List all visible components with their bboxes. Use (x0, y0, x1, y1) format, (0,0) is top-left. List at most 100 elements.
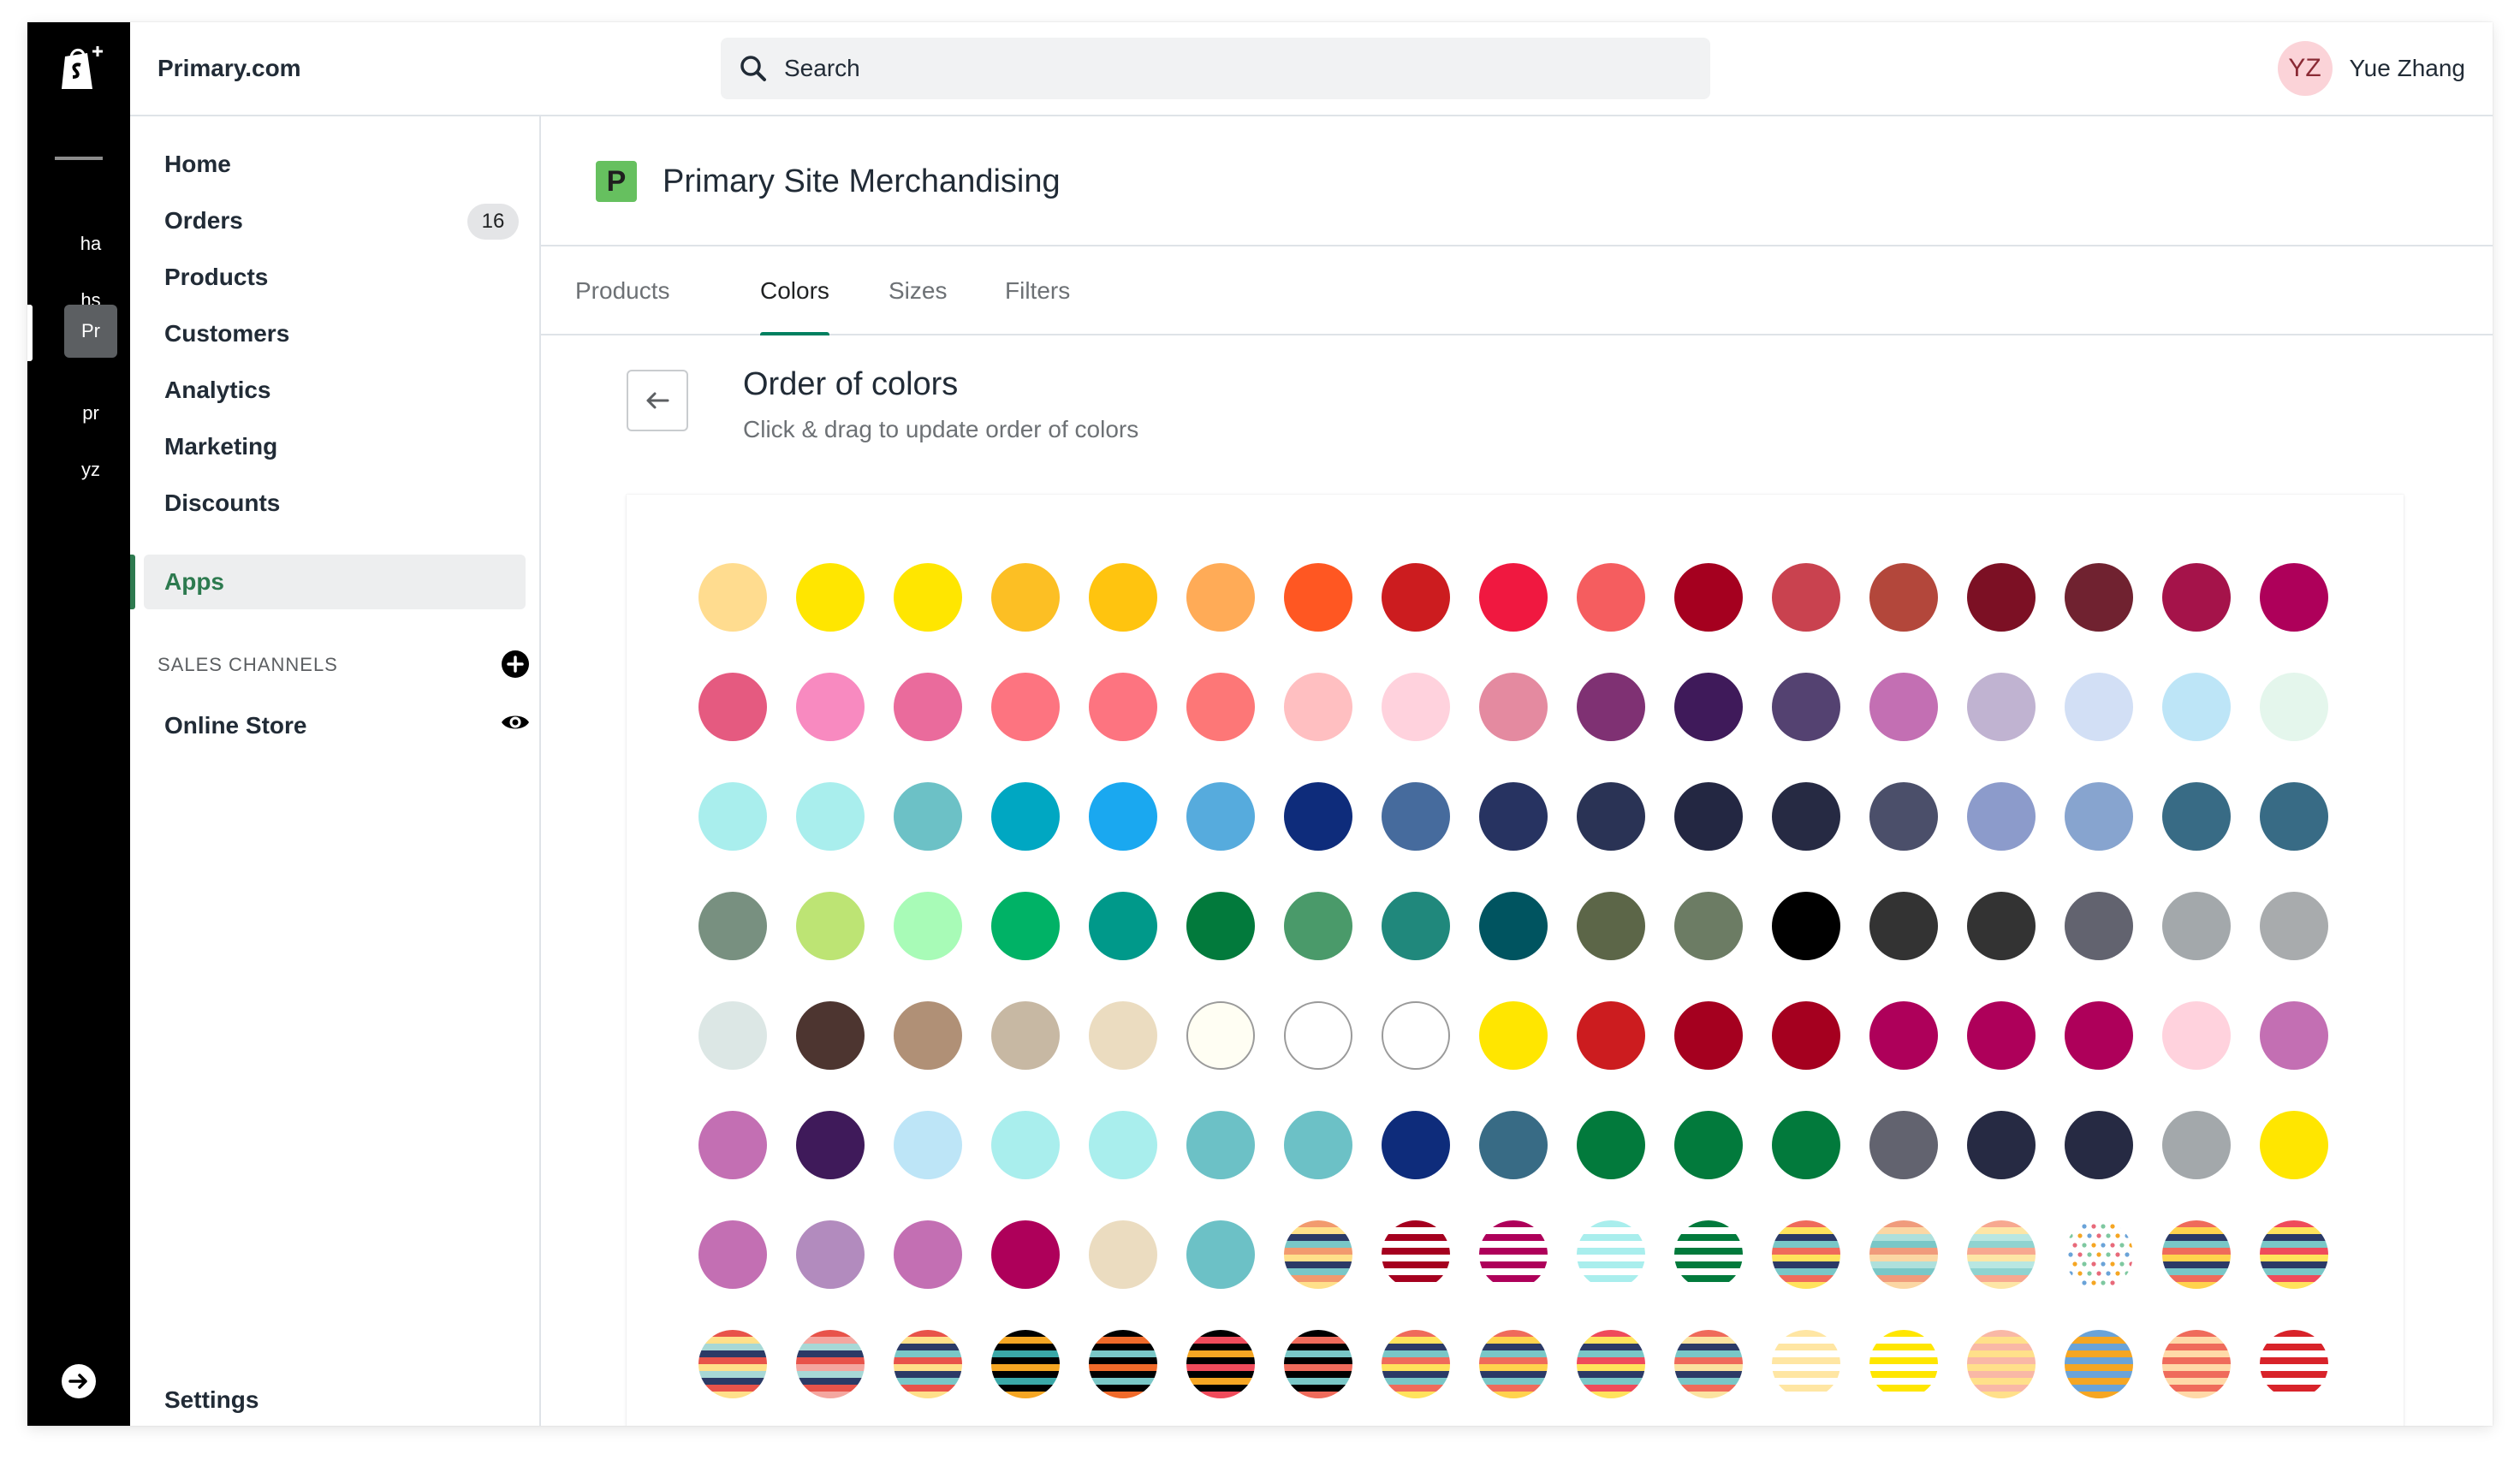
sidebar-item-apps[interactable]: Apps (144, 555, 526, 609)
color-swatch[interactable] (1089, 782, 1157, 851)
color-swatch[interactable] (991, 1220, 1060, 1289)
color-swatch[interactable] (1869, 673, 1938, 741)
color-swatch[interactable] (1772, 782, 1840, 851)
color-swatch[interactable] (1284, 1330, 1352, 1398)
color-swatch[interactable] (1479, 673, 1548, 741)
color-swatch[interactable] (1772, 1001, 1840, 1070)
user-menu[interactable]: YZ Yue Zhang (2277, 39, 2465, 98)
color-swatch[interactable] (894, 1001, 962, 1070)
color-swatch[interactable] (1479, 563, 1548, 632)
color-swatch[interactable] (1284, 892, 1352, 960)
color-swatch[interactable] (1284, 782, 1352, 851)
color-swatch[interactable] (698, 1001, 767, 1070)
color-swatch[interactable] (796, 1111, 865, 1179)
color-swatch[interactable] (1772, 1220, 1840, 1289)
color-swatch[interactable] (796, 782, 865, 851)
color-swatch[interactable] (1382, 892, 1450, 960)
color-swatch[interactable] (2260, 673, 2328, 741)
color-swatch[interactable] (2260, 782, 2328, 851)
rail-store-ha[interactable]: ha (64, 217, 117, 270)
color-swatch[interactable] (1674, 673, 1743, 741)
color-swatch[interactable] (796, 1001, 865, 1070)
color-swatch[interactable] (1577, 1330, 1645, 1398)
color-swatch[interactable] (1479, 782, 1548, 851)
color-swatch[interactable] (1382, 1220, 1450, 1289)
rail-store-yz[interactable]: yz (64, 443, 117, 496)
color-swatch[interactable] (2162, 1220, 2231, 1289)
rail-store-pr[interactable]: pr (64, 387, 117, 440)
color-swatch[interactable] (1089, 1111, 1157, 1179)
color-swatch[interactable] (894, 892, 962, 960)
color-swatch[interactable] (1577, 1220, 1645, 1289)
color-swatch[interactable] (1577, 892, 1645, 960)
color-swatch[interactable] (1869, 892, 1938, 960)
color-swatch[interactable] (796, 673, 865, 741)
color-swatch[interactable] (1382, 673, 1450, 741)
color-swatch[interactable] (1772, 563, 1840, 632)
color-swatch[interactable] (1577, 782, 1645, 851)
color-swatch[interactable] (1967, 1001, 2036, 1070)
color-swatch[interactable] (1382, 782, 1450, 851)
color-swatch[interactable] (2162, 892, 2231, 960)
color-swatch[interactable] (1967, 673, 2036, 741)
color-swatch[interactable] (698, 1220, 767, 1289)
color-swatch[interactable] (1577, 563, 1645, 632)
color-swatch[interactable] (2260, 1001, 2328, 1070)
color-swatch[interactable] (1869, 1330, 1938, 1398)
color-swatch[interactable] (1382, 1001, 1450, 1070)
color-swatch[interactable] (2260, 892, 2328, 960)
color-swatch[interactable] (698, 892, 767, 960)
color-swatch[interactable] (1479, 892, 1548, 960)
color-swatch[interactable] (1186, 782, 1255, 851)
color-swatch[interactable] (2162, 782, 2231, 851)
arrow-right-circle-icon[interactable] (60, 1362, 98, 1400)
color-swatch[interactable] (2260, 1330, 2328, 1398)
search-input[interactable]: Search (721, 38, 1710, 99)
color-swatch[interactable] (1967, 1111, 2036, 1179)
add-sales-channel-icon[interactable] (500, 649, 531, 680)
sidebar-item-discounts[interactable]: Discounts (144, 476, 526, 531)
color-swatch[interactable] (796, 1330, 865, 1398)
rail-store-pr-active[interactable]: Pr (64, 305, 117, 358)
color-swatch[interactable] (1089, 563, 1157, 632)
sidebar-item-settings[interactable]: Settings (144, 1373, 526, 1426)
color-swatch[interactable] (1577, 1111, 1645, 1179)
color-swatch[interactable] (1479, 1330, 1548, 1398)
color-swatch[interactable] (2065, 892, 2133, 960)
tab-filters[interactable]: Filters (1005, 246, 1070, 335)
color-swatch[interactable] (2260, 1111, 2328, 1179)
color-swatch[interactable] (1382, 1330, 1450, 1398)
color-swatch[interactable] (991, 782, 1060, 851)
color-swatch[interactable] (1772, 1330, 1840, 1398)
color-swatch[interactable] (1382, 563, 1450, 632)
color-swatch[interactable] (1186, 673, 1255, 741)
color-swatch[interactable] (698, 563, 767, 632)
color-swatch[interactable] (2065, 1220, 2134, 1289)
color-swatch[interactable] (1674, 892, 1743, 960)
color-swatch[interactable] (991, 673, 1060, 741)
color-swatch[interactable] (1479, 1001, 1548, 1070)
color-swatch[interactable] (2162, 1111, 2231, 1179)
color-swatch[interactable] (2065, 782, 2133, 851)
color-swatch[interactable] (1186, 1001, 1255, 1070)
color-swatch[interactable] (1967, 1220, 2036, 1289)
color-swatch[interactable] (1869, 1111, 1938, 1179)
color-swatch[interactable] (2162, 673, 2231, 741)
color-swatch[interactable] (698, 1330, 767, 1398)
back-button[interactable] (627, 370, 688, 431)
color-swatch[interactable] (2260, 1220, 2328, 1289)
sidebar-item-orders[interactable]: Orders 16 (144, 193, 526, 248)
color-swatch[interactable] (1479, 1111, 1548, 1179)
sidebar-item-online-store[interactable]: Online Store (144, 698, 526, 753)
color-swatch[interactable] (894, 1330, 962, 1398)
color-swatch[interactable] (1186, 892, 1255, 960)
color-swatch[interactable] (1577, 673, 1645, 741)
color-swatch[interactable] (1479, 1220, 1548, 1289)
color-swatch[interactable] (1089, 892, 1157, 960)
color-swatch[interactable] (894, 782, 962, 851)
color-swatch[interactable] (1674, 1111, 1743, 1179)
color-swatch[interactable] (1089, 673, 1157, 741)
color-swatch[interactable] (1186, 1220, 1255, 1289)
color-swatch[interactable] (1284, 563, 1352, 632)
color-swatch[interactable] (2162, 1330, 2231, 1398)
